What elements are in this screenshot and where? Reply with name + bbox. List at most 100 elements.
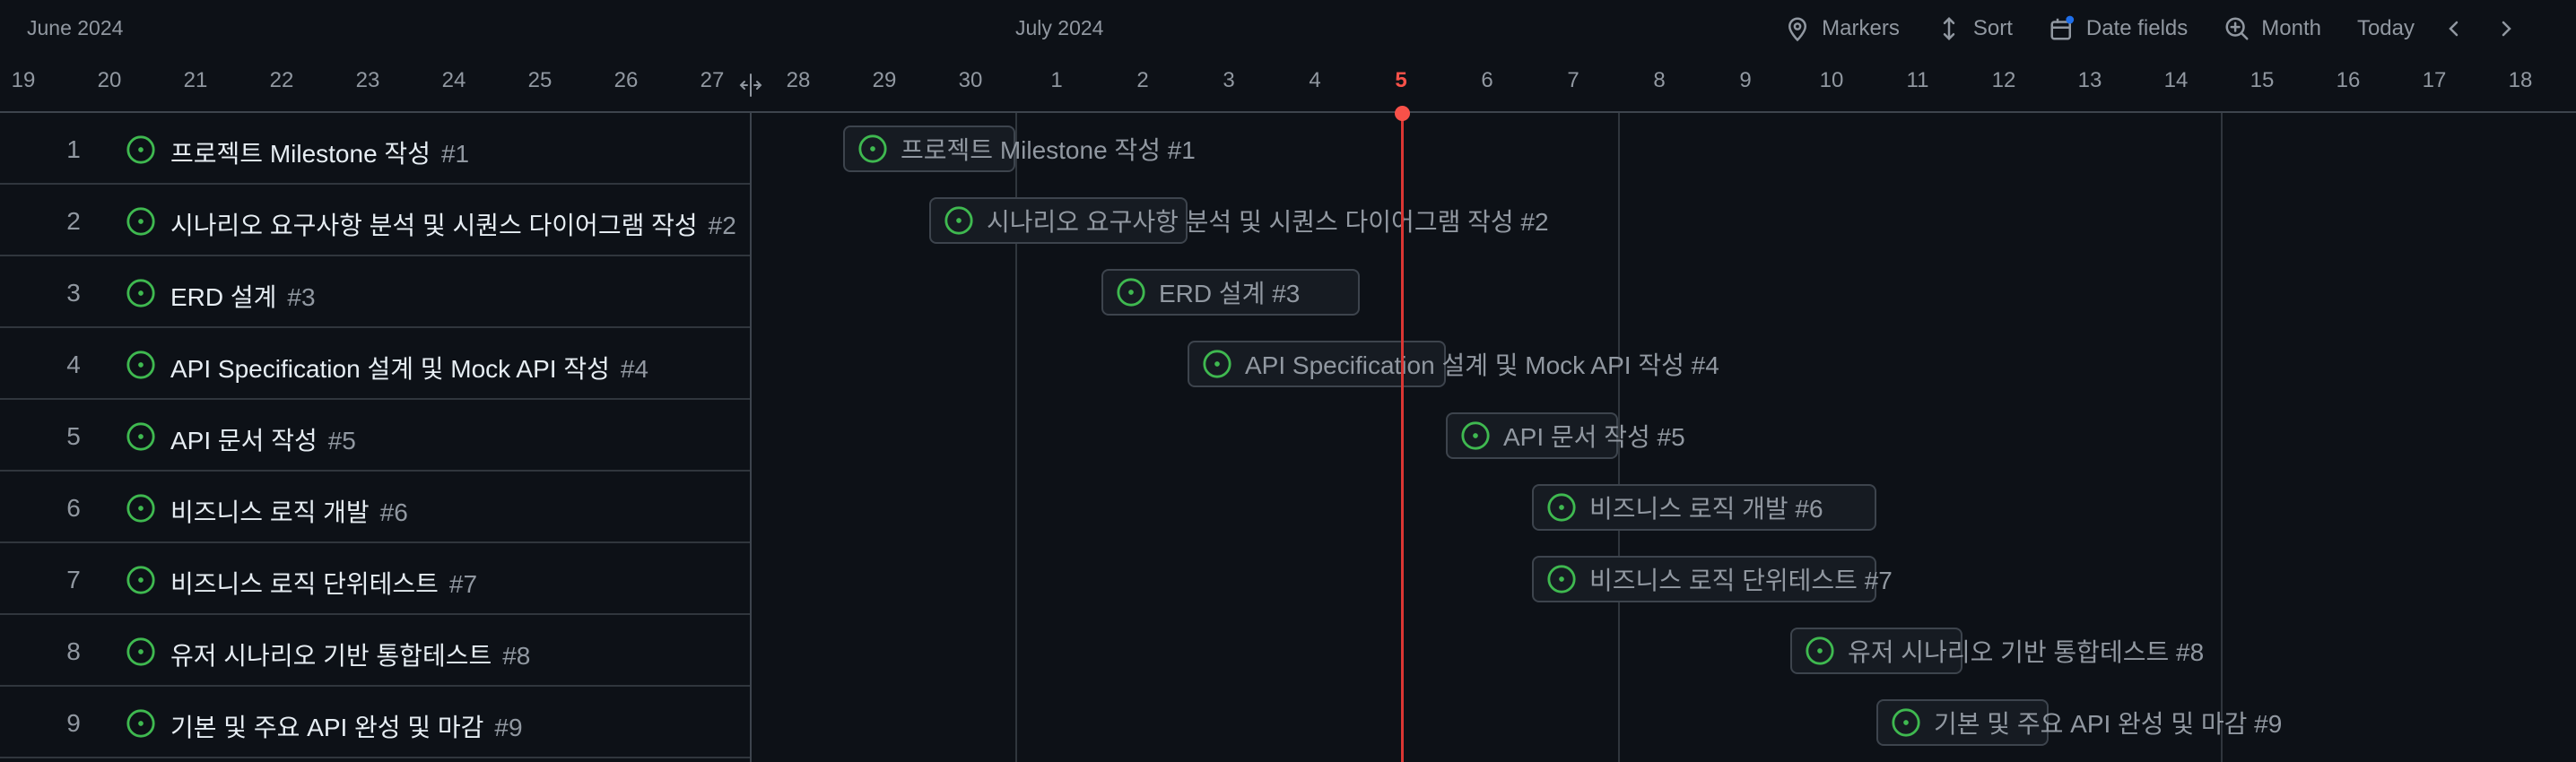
zoom-icon	[2225, 17, 2249, 40]
open-status-icon	[1806, 636, 1834, 665]
timeline-header: June 2024 July 2024 Markers Sort Date fi…	[0, 0, 2576, 57]
issue-title-link[interactable]: ERD 설계 #3	[170, 278, 316, 314]
table-row[interactable]: 1 프로젝트 Milestone 작성 #1	[0, 113, 750, 185]
resize-icon	[739, 74, 762, 97]
timeline-bar-label: 비즈니스 로직 단위테스트 #7	[1546, 543, 1893, 615]
timeline-body: 프로젝트 Milestone 작성 #1 시나리오 요구사항 분석 및 시퀀스 다…	[752, 113, 2576, 762]
date-fields-label: Date fields	[2085, 16, 2189, 40]
timeline-bar-title: 비즈니스 로직 개발 #6	[1589, 495, 1823, 523]
issue-title: 프로젝트 Milestone 작성	[170, 140, 431, 168]
zoom-button[interactable]: Month	[2224, 15, 2321, 42]
open-issue-icon	[126, 636, 156, 667]
open-status-icon	[126, 494, 155, 523]
previous-button[interactable]	[2441, 16, 2467, 41]
open-status-icon	[944, 206, 973, 235]
timeline-bar-label: ERD 설계 #3	[1116, 256, 1300, 328]
day-label: 11	[1906, 68, 1929, 92]
calendar-icon	[2050, 15, 2074, 40]
timeline-bar-label: API 문서 작성 #5	[1460, 400, 1685, 472]
open-status-icon	[126, 566, 155, 594]
table-row[interactable]: 2 시나리오 요구사항 분석 및 시퀀스 다이어그램 작성 #2	[0, 185, 750, 256]
issue-number: #5	[327, 427, 356, 455]
day-label: 18	[2508, 68, 2533, 92]
issue-title-link[interactable]: 비즈니스 로직 단위테스트 #7	[170, 565, 477, 601]
day-label: 25	[527, 68, 553, 92]
issue-number: #3	[287, 283, 316, 311]
markers-button[interactable]: Markers	[1784, 15, 1900, 42]
open-status-icon	[1461, 421, 1490, 450]
open-status-icon	[1117, 278, 1145, 307]
sort-button[interactable]: Sort	[1936, 15, 2013, 42]
issue-title-link[interactable]: API 문서 작성 #5	[170, 421, 356, 457]
sort-icon	[1943, 16, 1955, 41]
open-status-icon	[858, 134, 887, 163]
issue-title: ERD 설계	[170, 283, 277, 311]
today-marker-dot	[1395, 106, 1410, 121]
issue-title: 비즈니스 로직 단위테스트	[170, 570, 439, 598]
today-label: Today	[2356, 16, 2415, 40]
day-label: 6	[1481, 68, 1493, 92]
open-issue-icon	[126, 134, 156, 165]
open-status-icon	[1547, 493, 1576, 522]
next-button[interactable]	[2493, 16, 2519, 41]
day-label: 1	[1050, 68, 1063, 92]
table-row[interactable]: 3 ERD 설계 #3	[0, 256, 750, 328]
issue-title-link[interactable]: 유저 시나리오 기반 통합테스트 #8	[170, 636, 530, 672]
open-status-icon	[126, 637, 155, 666]
timeline-bar-title: ERD 설계 #3	[1159, 280, 1301, 307]
toolbar: Markers Sort Date fields Month Today	[1748, 0, 2519, 57]
chevron-right-icon	[2502, 21, 2511, 37]
table-row[interactable]: 5 API 문서 작성 #5	[0, 400, 750, 472]
day-label: 22	[269, 68, 294, 92]
timeline-bar-title: 비즈니스 로직 단위테스트 #7	[1589, 567, 1893, 594]
issue-title: 시나리오 요구사항 분석 및 시퀀스 다이어그램 작성	[170, 212, 698, 239]
day-label: 20	[97, 68, 122, 92]
open-status-icon	[126, 279, 155, 307]
day-label: 7	[1567, 68, 1580, 92]
open-issue-icon	[126, 278, 156, 308]
open-status-icon	[126, 709, 155, 738]
issue-title: 기본 및 주요 API 완성 및 마감	[170, 714, 484, 741]
open-issue-icon	[126, 493, 156, 524]
day-label: 15	[2250, 68, 2275, 92]
date-fields-button[interactable]: Date fields	[2049, 15, 2188, 42]
day-label: 4	[1309, 68, 1321, 92]
issue-title: API Specification 설계 및 Mock API 작성	[170, 355, 610, 383]
table-row[interactable]: 7 비즈니스 로직 단위테스트 #7	[0, 543, 750, 615]
issue-title-link[interactable]: 시나리오 요구사항 분석 및 시퀀스 다이어그램 작성 #2	[170, 206, 736, 242]
timeline-bar-label: 기본 및 주요 API 완성 및 마감 #9	[1891, 687, 2282, 758]
open-status-icon	[1892, 708, 1920, 737]
today-button[interactable]: Today	[2357, 16, 2415, 41]
today-marker-line	[1401, 111, 1404, 762]
open-issue-icon	[126, 565, 156, 595]
issue-number: #7	[448, 570, 478, 598]
table-row[interactable]: 9 기본 및 주요 API 완성 및 마감 #9	[0, 687, 750, 758]
issue-number: #9	[494, 714, 523, 741]
day-label: 29	[872, 68, 897, 92]
issue-title-link[interactable]: API Specification 설계 및 Mock API 작성 #4	[170, 350, 648, 385]
issue-title-link[interactable]: 비즈니스 로직 개발 #6	[170, 493, 408, 529]
day-label: 2	[1136, 68, 1149, 92]
grid-line-week	[2221, 113, 2223, 762]
marker-icon	[1788, 17, 1807, 42]
open-issue-icon	[126, 206, 156, 237]
issue-title: 비즈니스 로직 개발	[170, 498, 370, 526]
day-scale: 19 20 21 22 23 24 25 26 27 28 29 30 1 2 3 4 5 6 7 8 9 10 11 12 1…	[0, 57, 2576, 113]
sort-label: Sort	[1972, 16, 2013, 40]
timeline-bar-title: 시나리오 요구사항 분석 및 시퀀스 다이어그램 작성 #2	[987, 208, 1549, 236]
issue-title-link[interactable]: 기본 및 주요 API 완성 및 마감 #9	[170, 708, 523, 744]
issue-number: #1	[440, 140, 470, 168]
day-label: 13	[2077, 68, 2102, 92]
issue-number: #8	[502, 642, 531, 670]
issue-title-link[interactable]: 프로젝트 Milestone 작성 #1	[170, 134, 469, 170]
issue-title: API 문서 작성	[170, 427, 318, 455]
table-row[interactable]: 4 API Specification 설계 및 Mock API 작성 #4	[0, 328, 750, 400]
table-row[interactable]: 6 비즈니스 로직 개발 #6	[0, 472, 750, 543]
open-status-icon	[1203, 350, 1231, 378]
month-label-july: July 2024	[1015, 16, 1104, 39]
timeline-bar-title: 유저 시나리오 기반 통합테스트 #8	[1848, 638, 2205, 666]
timeline-bar-title: API Specification 설계 및 Mock API 작성 #4	[1245, 351, 1719, 379]
column-resize-handle[interactable]	[737, 72, 764, 99]
day-label: 19	[11, 68, 36, 92]
table-row[interactable]: 8 유저 시나리오 기반 통합테스트 #8	[0, 615, 750, 687]
